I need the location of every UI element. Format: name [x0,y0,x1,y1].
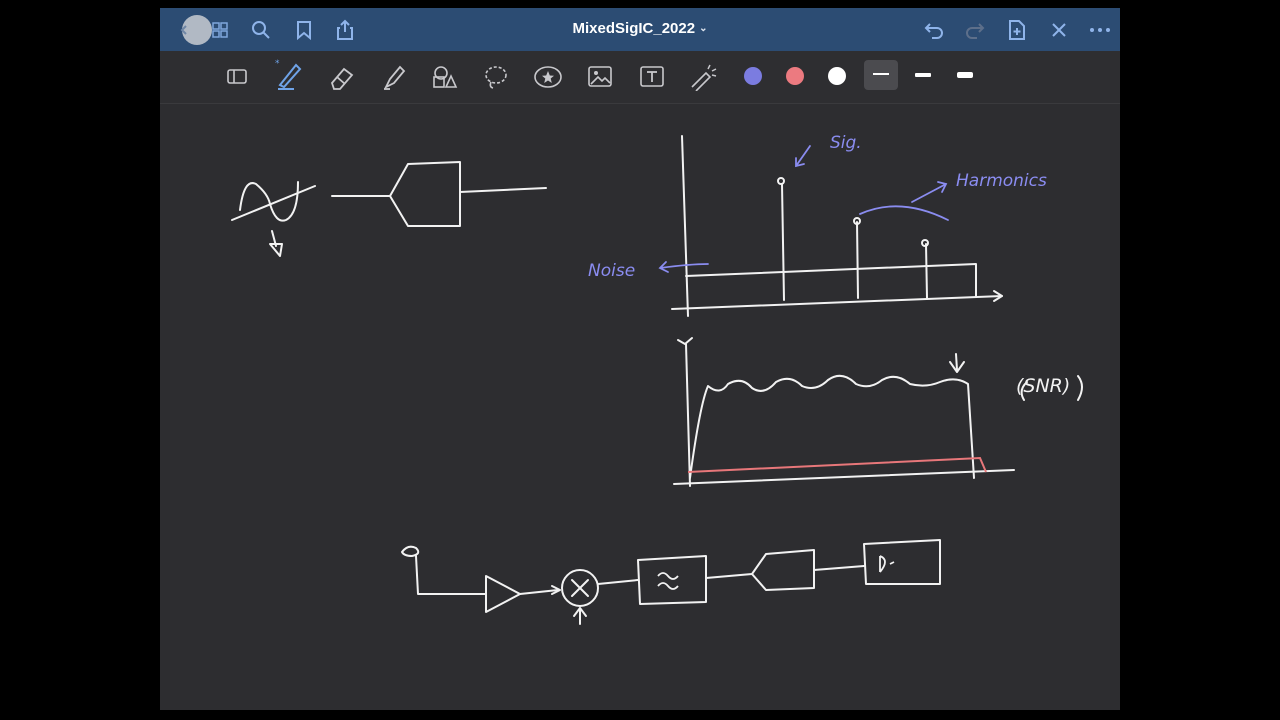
redo-icon[interactable] [964,19,986,41]
undo-icon[interactable] [923,19,945,41]
stroke-width-thin[interactable] [864,60,898,90]
highlighter-icon[interactable] [380,63,408,91]
note-canvas[interactable]: Sig. Harmonics Noise (SNR) [160,104,1120,710]
snr-label: (SNR) [1016,375,1070,397]
stroke-width-medium[interactable] [908,60,938,90]
document-title[interactable]: MixedSigIC_2022 ⌄ [540,20,740,37]
text-icon[interactable] [638,63,666,91]
document-title-text: MixedSigIC_2022 [572,20,696,37]
sine-wave-sketch [231,181,316,257]
drawing-toolbar: * [160,51,1120,104]
image-icon[interactable] [586,63,614,91]
search-icon[interactable] [250,19,272,41]
bookmark-icon[interactable] [293,19,315,41]
noise-arrow [658,261,709,273]
sig-arrow [795,145,811,168]
top-navigation-bar: MixedSigIC_2022 ⌄ [160,8,1120,51]
laser-icon[interactable] [688,63,718,91]
color-swatch-pink[interactable] [786,67,804,85]
notes-app-window: MixedSigIC_2022 ⌄ * Sig. Harmonics Noise… [160,8,1120,710]
share-icon[interactable] [334,18,356,42]
grid-icon[interactable] [210,20,230,40]
color-swatch-purple[interactable] [744,67,762,85]
handwriting-layer: Sig. Harmonics Noise (SNR) [231,133,1083,625]
add-page-icon[interactable] [1006,18,1028,42]
block-glyphs [657,555,895,590]
harmonics-arrow [911,181,948,203]
lasso-icon[interactable] [482,63,510,91]
close-icon[interactable] [1048,19,1070,41]
pen-icon[interactable]: * [272,57,306,91]
harmonics-label: Harmonics [956,171,1047,191]
color-swatch-white[interactable] [828,67,846,85]
sig-label: Sig. [830,133,862,153]
receiver-chain-sketch [401,539,941,625]
sticker-icon[interactable] [532,63,564,91]
adc-block-sketch [331,161,547,227]
harmonics-brace [859,205,949,221]
eraser-icon[interactable] [328,63,356,91]
shapes-icon[interactable] [430,63,460,91]
noise-floor-line [687,456,987,473]
noise-label: Noise [588,261,635,281]
reader-icon[interactable] [226,65,248,87]
svg-text:*: * [275,59,280,69]
more-icon[interactable] [1088,19,1112,41]
chevron-down-icon: ⌄ [699,23,708,34]
stroke-width-thick[interactable] [950,60,980,90]
spectrum-plot-sketch [671,135,1003,317]
